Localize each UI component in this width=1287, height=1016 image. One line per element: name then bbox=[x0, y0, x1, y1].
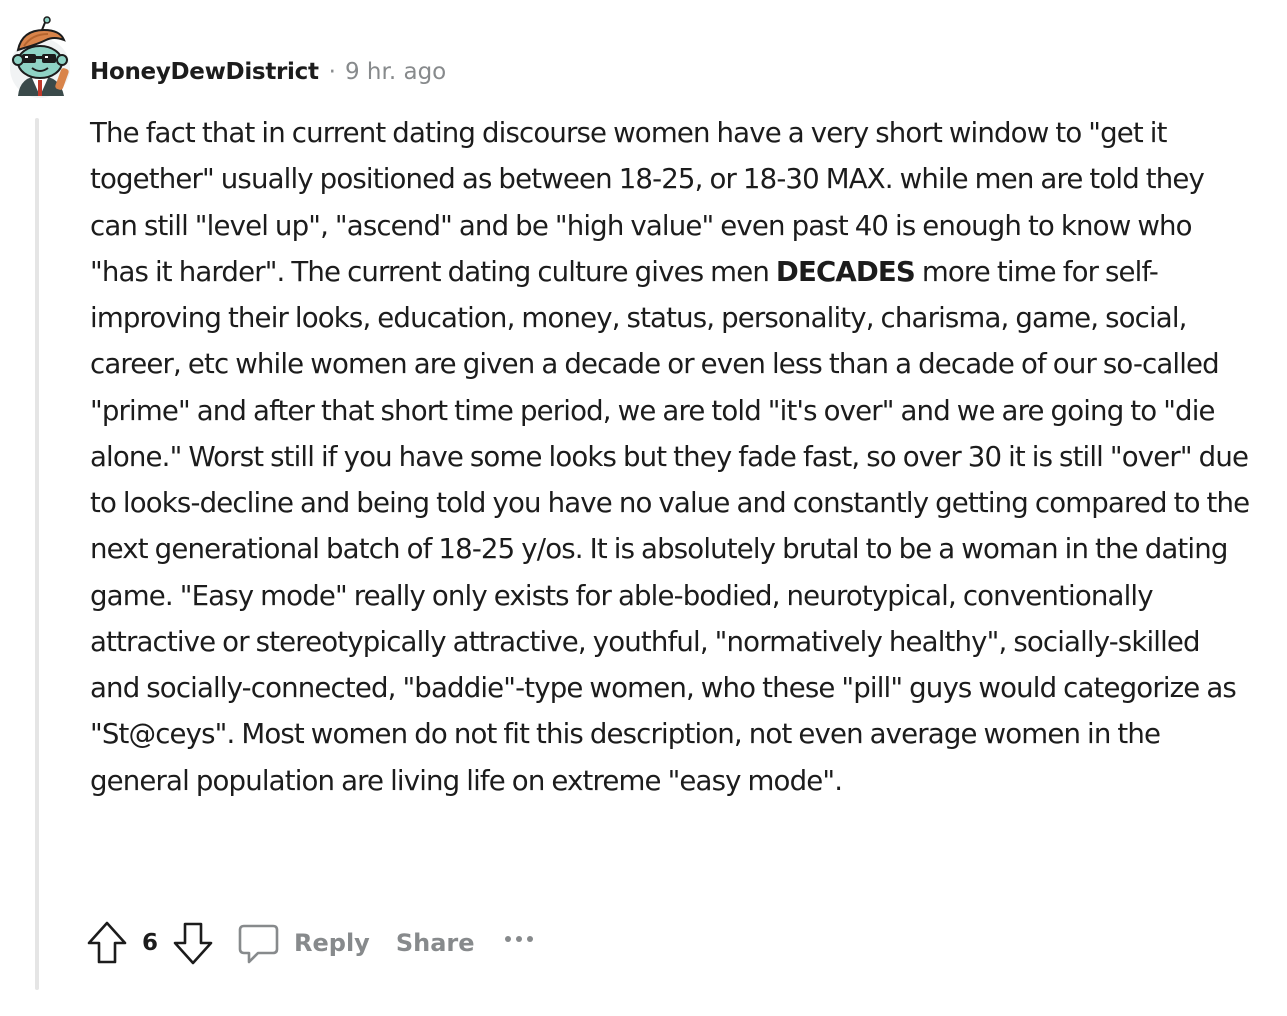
upvote-arrow-icon bbox=[87, 921, 127, 964]
reply-button[interactable]: Reply bbox=[236, 921, 370, 965]
downvote-arrow-icon bbox=[173, 922, 213, 965]
timestamp[interactable]: 9 hr. ago bbox=[345, 59, 446, 85]
comment-header: HoneyDewDistrict · 9 hr. ago bbox=[90, 54, 446, 90]
share-button[interactable]: Share bbox=[396, 929, 475, 957]
snoo-avatar-icon bbox=[10, 16, 70, 98]
username[interactable]: HoneyDewDistrict bbox=[90, 59, 319, 85]
comment: HoneyDewDistrict · 9 hr. ago The fact th… bbox=[0, 0, 1287, 1016]
downvote-button[interactable] bbox=[172, 920, 214, 966]
share-label: Share bbox=[395, 929, 475, 957]
comment-body-part-2: more time for self-improving their looks… bbox=[90, 254, 1250, 797]
comment-actions: 6 Reply Share bbox=[86, 918, 533, 968]
more-options-button[interactable] bbox=[504, 924, 533, 962]
reply-label: Reply bbox=[294, 929, 370, 957]
avatar[interactable] bbox=[2, 16, 82, 102]
ellipsis-icon-dot bbox=[526, 936, 533, 942]
vote-count: 6 bbox=[142, 930, 159, 956]
comment-bubble-icon bbox=[238, 924, 279, 964]
thread-line[interactable] bbox=[35, 118, 39, 990]
separator-dot: · bbox=[328, 59, 336, 85]
ellipsis-icon-dot bbox=[504, 936, 511, 942]
ellipsis-icon-dot bbox=[515, 936, 522, 942]
upvote-button[interactable] bbox=[86, 920, 128, 966]
comment-body: The fact that in current dating discours… bbox=[90, 110, 1255, 804]
comment-body-emphasis: DECADES bbox=[775, 254, 916, 288]
